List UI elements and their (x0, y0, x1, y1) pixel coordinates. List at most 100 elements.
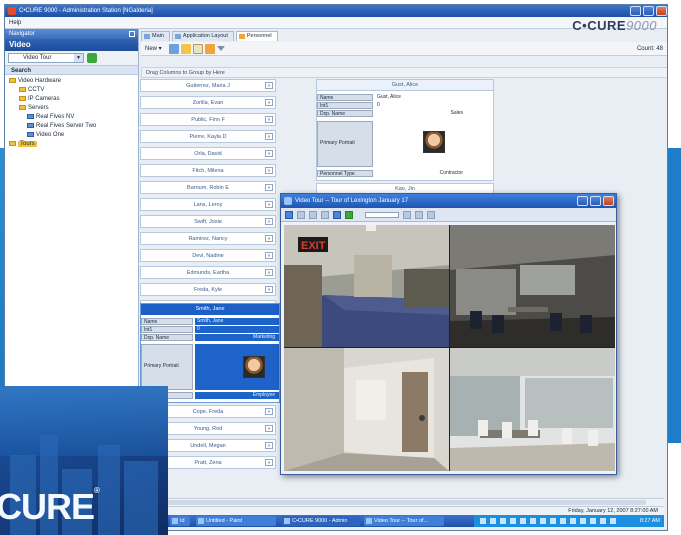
personnel-card[interactable]: Orla, David» (140, 147, 276, 160)
expand-icon[interactable]: » (265, 408, 273, 415)
expand-icon[interactable]: » (265, 150, 273, 157)
record-icon[interactable] (427, 211, 435, 219)
expand-icon[interactable]: » (265, 99, 273, 106)
prev-icon[interactable] (403, 211, 411, 219)
maximize-icon[interactable] (643, 6, 654, 16)
taskbar-item[interactable]: Video Tour -- Tour of... (364, 516, 444, 526)
personnel-card[interactable]: Pierre, Kayla D» (140, 130, 276, 143)
video-window-title-bar[interactable]: Video Tour -- Tour of Lexington January … (281, 194, 616, 208)
personnel-card[interactable]: Public, Finn F» (140, 113, 276, 126)
camera-icon[interactable] (345, 211, 353, 219)
tray-icon[interactable] (610, 518, 616, 524)
personnel-card[interactable]: Ramirez, Nancy» (140, 232, 276, 245)
stop-icon[interactable] (321, 211, 329, 219)
horizontal-scrollbar[interactable] (136, 498, 664, 506)
chevron-down-icon[interactable]: ▼ (74, 54, 83, 62)
open-personnel-card[interactable]: Gust, Alice Name Gust, Alice Int1 0 Dsp. N… (316, 79, 494, 181)
tab-main[interactable]: Main (141, 31, 170, 41)
tree-node[interactable]: Servers (19, 104, 138, 113)
tray-icon[interactable] (520, 518, 526, 524)
camera-feed-lobby[interactable]: EXIT (284, 225, 449, 347)
tree-node[interactable]: Video One (27, 131, 138, 140)
new-button[interactable]: New ▾ (145, 46, 162, 52)
tray-icon[interactable] (490, 518, 496, 524)
grid-icon[interactable] (333, 211, 341, 219)
next-icon[interactable] (415, 211, 423, 219)
expand-icon[interactable]: » (265, 442, 273, 449)
tray-icon[interactable] (600, 518, 606, 524)
tray-icon[interactable] (530, 518, 536, 524)
tray-icon[interactable] (510, 518, 516, 524)
filter-icon[interactable] (217, 46, 225, 51)
layout-icon[interactable] (285, 211, 293, 219)
expand-icon[interactable]: » (265, 82, 273, 89)
camera-feed-cafeteria[interactable] (450, 225, 615, 347)
tab-personnel[interactable]: Personnel (235, 31, 278, 41)
zoom-slider[interactable] (365, 212, 399, 218)
camera-feed-hallway[interactable] (284, 348, 449, 471)
pause-icon[interactable] (309, 211, 317, 219)
expand-icon[interactable]: » (265, 218, 273, 225)
window-controls (630, 6, 667, 16)
expand-icon[interactable]: » (265, 184, 273, 191)
taskbar-item[interactable]: Untitled - Paint (196, 516, 276, 526)
minimize-icon[interactable] (630, 6, 641, 16)
personnel-card[interactable]: Edmunds, Eartha» (140, 266, 276, 279)
tree-node[interactable]: Real Fives Server Two (27, 122, 138, 131)
personnel-card[interactable]: Zorilla, Evan» (140, 96, 276, 109)
expand-icon[interactable]: » (265, 252, 273, 259)
personnel-card[interactable]: Lans, Leroy» (140, 198, 276, 211)
camera-feed-conference[interactable] (450, 348, 615, 471)
tree-node[interactable]: Tours (9, 140, 138, 149)
expand-icon[interactable]: » (265, 269, 273, 276)
tray-icon[interactable] (590, 518, 596, 524)
personnel-card[interactable]: Devi, Nadine» (140, 249, 276, 262)
taskbar-item[interactable]: C•CURE 9000 - Admin (282, 516, 360, 526)
pin-icon[interactable] (129, 31, 135, 37)
personnel-card[interactable]: Freda, Kyle» (140, 283, 276, 296)
play-icon[interactable] (297, 211, 305, 219)
taskbar-item[interactable]: Id (170, 516, 190, 526)
tray-icon[interactable] (580, 518, 586, 524)
refresh-icon[interactable] (87, 53, 97, 63)
tray-icon[interactable] (560, 518, 566, 524)
expand-icon[interactable]: » (265, 167, 273, 174)
personnel-card[interactable]: Swift, Josie» (140, 215, 276, 228)
expand-icon[interactable]: » (265, 459, 273, 466)
expand-icon[interactable]: » (265, 286, 273, 293)
tree-node[interactable]: IP Cameras (19, 95, 138, 104)
personnel-card[interactable]: Gutierrez, Maria J» (140, 79, 276, 92)
close-icon[interactable] (656, 6, 667, 16)
tree-node[interactable]: Real Fives NV (27, 113, 138, 122)
filter-dropdown[interactable]: Video Tour ▼ (8, 53, 84, 63)
expand-icon[interactable]: » (265, 133, 273, 140)
group-by-area[interactable]: Drag Columns to Group by Here (141, 67, 667, 78)
video-icon (284, 197, 292, 205)
tray-icon[interactable] (480, 518, 486, 524)
title-bar[interactable]: C•CURE 9000 - Administration Station [NG… (5, 5, 667, 17)
expand-icon[interactable]: » (265, 235, 273, 242)
open-icon[interactable] (169, 44, 179, 54)
folder-icon[interactable] (181, 44, 191, 54)
personnel-card[interactable]: Fitch, Milena» (140, 164, 276, 177)
minimize-icon[interactable] (577, 196, 588, 206)
tree-node[interactable]: CCTV (19, 86, 138, 95)
search-section[interactable]: Search (5, 65, 138, 75)
tray-icon[interactable] (540, 518, 546, 524)
scroll-thumb[interactable] (136, 500, 646, 505)
tray-icon[interactable] (550, 518, 556, 524)
highlight-icon[interactable] (205, 44, 215, 54)
menu-help[interactable]: Help (9, 20, 21, 26)
expand-icon[interactable]: » (265, 201, 273, 208)
maximize-icon[interactable] (590, 196, 601, 206)
home-icon (144, 34, 150, 39)
close-icon[interactable] (603, 196, 614, 206)
tray-icon[interactable] (570, 518, 576, 524)
personnel-card[interactable]: Barnum, Robin E» (140, 181, 276, 194)
tree-node[interactable]: Video Hardware (9, 77, 138, 86)
tray-icon[interactable] (500, 518, 506, 524)
tab-application-layout[interactable]: Application Layout (171, 31, 234, 41)
card-view-icon[interactable] (193, 44, 203, 54)
expand-icon[interactable]: » (265, 425, 273, 432)
expand-icon[interactable]: » (265, 116, 273, 123)
